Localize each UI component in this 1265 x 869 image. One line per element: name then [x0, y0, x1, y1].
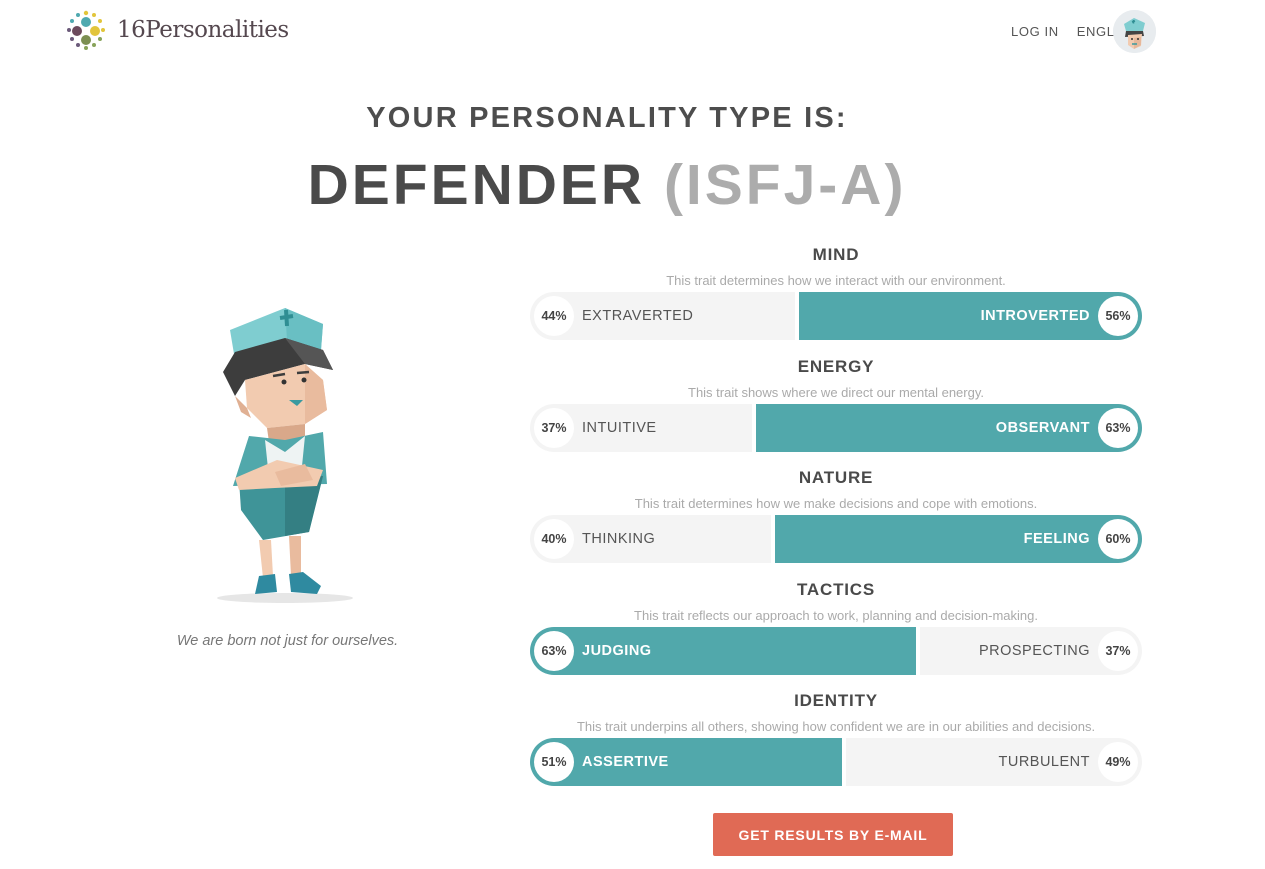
- left-label: THINKING: [582, 531, 656, 547]
- right-label: INTROVERTED: [980, 308, 1090, 324]
- get-results-email-button[interactable]: GET RESULTS BY E-MAIL: [713, 813, 953, 856]
- type-code: (ISFJ-A): [663, 153, 907, 217]
- trait-description: This trait reflects our approach to work…: [634, 607, 1038, 623]
- right-percent: 60%: [1098, 519, 1138, 559]
- trait-bar-fill: [799, 292, 1142, 340]
- site-logo[interactable]: 16Personalities: [62, 6, 289, 54]
- left-percent: 51%: [534, 742, 574, 782]
- left-label: INTUITIVE: [582, 419, 657, 436]
- login-link[interactable]: LOG IN: [1011, 24, 1059, 39]
- logo-text: 16Personalities: [117, 17, 289, 43]
- right-percent: 56%: [1098, 296, 1138, 336]
- trait-identity: IDENTITY This trait underpins all others,…: [530, 688, 1142, 800]
- trait-bar[interactable]: 40% THINKING FEELING 60%: [530, 515, 1142, 563]
- trait-bar[interactable]: 51% ASSERTIVE TURBULENT 49%: [530, 738, 1142, 786]
- trait-name: ENERGY: [797, 356, 875, 376]
- right-label: TURBULENT: [998, 754, 1090, 770]
- trait-mind: MIND This trait determines how we interac…: [530, 242, 1142, 354]
- trait-bar-divider: [752, 403, 756, 452]
- left-label: JUDGING: [582, 642, 652, 659]
- type-quote: We are born not just for ourselves.: [176, 633, 399, 649]
- nurse-avatar-icon: [1113, 10, 1156, 53]
- right-label: OBSERVANT: [995, 419, 1090, 436]
- trait-bar-divider: [771, 515, 775, 563]
- trait-name: MIND: [812, 245, 860, 264]
- trait-description: This trait determines how we interact wi…: [666, 273, 1006, 288]
- dots-circle-logo-icon: [67, 10, 105, 50]
- left-percent: 37%: [534, 407, 574, 448]
- trait-bar-fill: [530, 738, 842, 786]
- left-percent: 40%: [534, 519, 574, 559]
- type-name: DEFENDER: [307, 153, 646, 217]
- right-label: FEELING: [1023, 531, 1090, 547]
- personality-type-title: DEFENDER (ISFJ-A): [0, 152, 1214, 218]
- left-percent: 63%: [534, 630, 574, 671]
- trait-nature: NATURE This trait determines how we make …: [530, 465, 1142, 577]
- trait-description: This trait underpins all others, showing…: [576, 719, 1096, 734]
- trait-description: This trait shows where we direct our men…: [688, 384, 984, 400]
- left-label: ASSERTIVE: [582, 754, 669, 770]
- trait-energy: ENERGY This trait shows where we direct o…: [530, 354, 1142, 466]
- trait-name: IDENTITY: [794, 691, 878, 710]
- trait-bar[interactable]: 63% JUDGING PROSPECTING 37%: [530, 626, 1142, 675]
- defender-character-illustration: [217, 308, 353, 603]
- result-heading: YOUR PERSONALITY TYPE IS:: [366, 102, 848, 134]
- left-label: EXTRAVERTED: [582, 308, 694, 324]
- right-percent: 37%: [1098, 630, 1138, 671]
- trait-bar[interactable]: 37% INTUITIVE OBSERVANT 63%: [530, 403, 1142, 452]
- left-percent: 44%: [534, 296, 574, 336]
- trait-tactics: TACTICS This trait reflects our approach …: [530, 577, 1142, 689]
- trait-bar-divider: [842, 738, 846, 786]
- traits-list: MIND This trait determines how we interac…: [530, 242, 1142, 800]
- trait-bar-divider: [916, 626, 920, 675]
- right-percent: 49%: [1098, 742, 1138, 782]
- right-percent: 63%: [1098, 407, 1138, 448]
- trait-description: This trait determines how we make decisi…: [634, 496, 1038, 511]
- trait-bar[interactable]: 44% EXTRAVERTED INTROVERTED 56%: [530, 292, 1142, 340]
- nurse-avatar[interactable]: [1113, 10, 1156, 53]
- trait-bar-divider: [795, 292, 799, 340]
- trait-name: TACTICS: [797, 579, 875, 599]
- trait-name: NATURE: [798, 468, 874, 487]
- right-label: PROSPECTING: [978, 642, 1090, 659]
